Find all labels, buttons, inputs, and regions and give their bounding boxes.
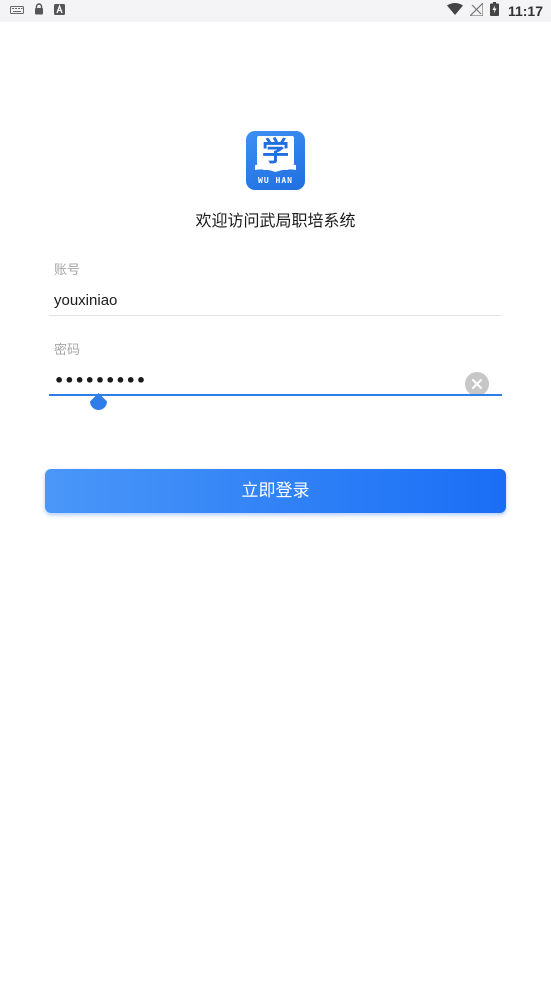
status-bar: 11:17 bbox=[0, 0, 551, 22]
keyboard-icon bbox=[10, 4, 24, 19]
password-label: 密码 bbox=[54, 343, 81, 358]
no-signal-icon bbox=[468, 1, 484, 20]
password-input[interactable]: ••••••••• bbox=[54, 371, 146, 390]
font-a-icon bbox=[54, 3, 65, 19]
wifi-icon bbox=[446, 3, 463, 19]
status-bar-left bbox=[10, 3, 65, 19]
clear-password-button[interactable] bbox=[465, 372, 489, 396]
lock-icon bbox=[34, 3, 44, 19]
logo-text: WU HAN bbox=[258, 176, 293, 185]
account-input[interactable]: youxiniao bbox=[54, 292, 117, 309]
login-button[interactable]: 立即登录 bbox=[45, 469, 506, 513]
book-icon bbox=[255, 164, 296, 172]
text-cursor-handle[interactable] bbox=[89, 393, 108, 413]
account-label: 账号 bbox=[54, 263, 81, 278]
app-logo: 学 WU HAN bbox=[246, 131, 305, 190]
battery-charging-icon bbox=[489, 2, 499, 20]
close-icon bbox=[472, 379, 482, 389]
status-time: 11:17 bbox=[507, 3, 543, 19]
status-bar-right: 11:17 bbox=[446, 1, 543, 20]
account-underline bbox=[49, 315, 501, 316]
welcome-title: 欢迎访问武局职培系统 bbox=[195, 211, 356, 230]
password-underline-focused bbox=[49, 394, 502, 396]
